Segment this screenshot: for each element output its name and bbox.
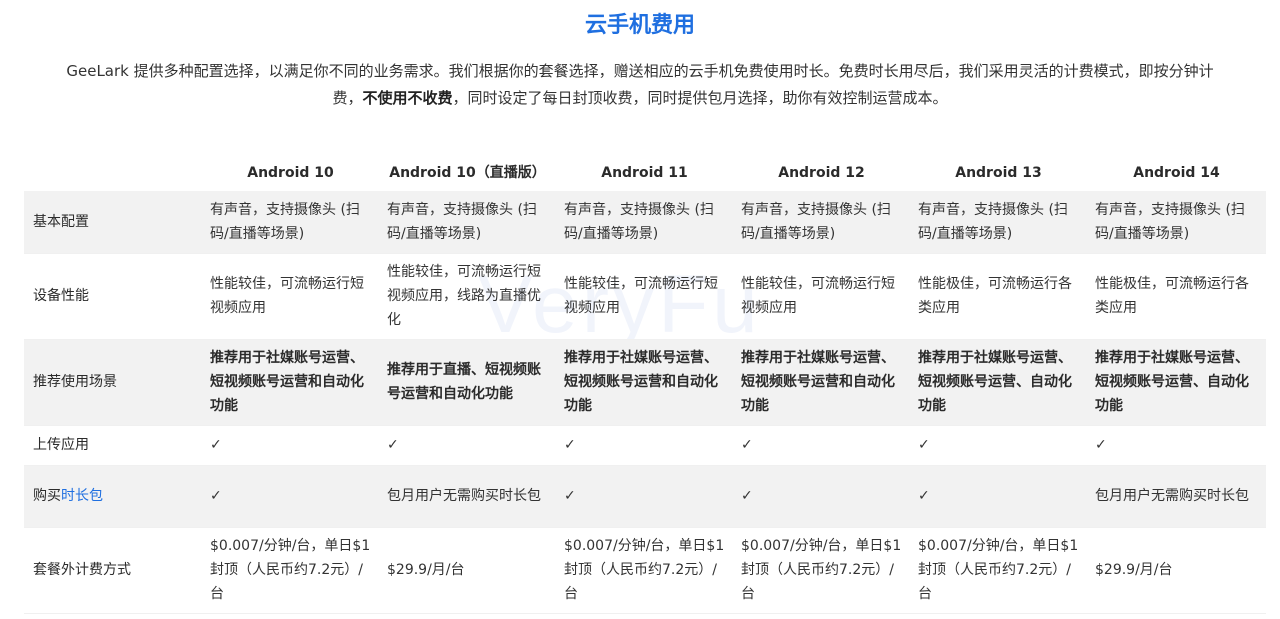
- check-icon: ✓: [733, 425, 910, 466]
- intro-text-2: ，同时设定了每日封顶收费，同时提供包月选择，助你有效控制运营成本。: [452, 89, 948, 107]
- header-android-10: Android 10: [247, 165, 334, 181]
- check-icon: ✓: [556, 425, 733, 466]
- page-title: 云手机费用: [584, 13, 695, 38]
- table-cell: 推荐用于社媒账号运营、短视频账号运营、自动化功能: [1087, 339, 1266, 426]
- check-icon: ✓: [733, 465, 910, 528]
- table-cell: $0.007/分钟/台，单日$1封顶（人民币约7.2元）/台: [202, 527, 379, 614]
- table-cell: 性能极佳，可流畅运行各类应用: [910, 253, 1087, 340]
- check-icon: ✓: [910, 425, 1087, 466]
- row-label: 设备性能: [24, 253, 202, 340]
- table-cell: 性能较佳，可流畅运行短视频应用: [733, 253, 910, 340]
- table-cell: $29.9/月/台: [1087, 527, 1266, 614]
- row-label-prefix: 购买: [33, 488, 61, 504]
- table-cell: $0.007/分钟/台，单日$1封顶（人民币约7.2元）/台: [910, 527, 1087, 614]
- check-icon: ✓: [556, 465, 733, 528]
- table-cell: 包月用户无需购买时长包: [379, 465, 556, 528]
- check-icon: ✓: [910, 465, 1087, 528]
- table-cell: 有声音，支持摄像头 (扫码/直播等场景): [202, 191, 379, 254]
- table-cell: 推荐用于社媒账号运营、短视频账号运营、自动化功能: [910, 339, 1087, 426]
- table-cell: 包月用户无需购买时长包: [1087, 465, 1266, 528]
- table-cell: 性能较佳，可流畅运行短视频应用，线路为直播优化: [379, 253, 556, 340]
- table-cell: 有声音，支持摄像头 (扫码/直播等场景): [733, 191, 910, 254]
- table-cell: 性能较佳，可流畅运行短视频应用: [556, 253, 733, 340]
- intro-text-bold: 不使用不收费: [362, 89, 453, 107]
- header-android-13: Android 13: [955, 165, 1042, 181]
- row-label: 推荐使用场景: [24, 339, 202, 426]
- table-cell: 推荐用于社媒账号运营、短视频账号运营和自动化功能: [202, 339, 379, 426]
- table-cell: $0.007/分钟/台，单日$1封顶（人民币约7.2元）/台: [556, 527, 733, 614]
- table-cell: 有声音，支持摄像头 (扫码/直播等场景): [1087, 191, 1266, 254]
- table-row-upload-app: 上传应用 ✓ ✓ ✓ ✓ ✓ ✓: [24, 425, 1266, 466]
- table-cell: 有声音，支持摄像头 (扫码/直播等场景): [910, 191, 1087, 254]
- pricing-table: Android 10 Android 10（直播版） Android 11 An…: [24, 155, 1266, 614]
- row-label: 上传应用: [24, 425, 202, 466]
- header-android-12: Android 12: [778, 165, 865, 181]
- row-label: 套餐外计费方式: [24, 527, 202, 614]
- table-cell: 推荐用于社媒账号运营、短视频账号运营和自动化功能: [556, 339, 733, 426]
- time-pack-link[interactable]: 时长包: [61, 488, 103, 504]
- table-row-overage-billing: 套餐外计费方式 $0.007/分钟/台，单日$1封顶（人民币约7.2元）/台 $…: [24, 527, 1266, 614]
- row-label: 购买时长包: [24, 465, 202, 528]
- table-row-buy-time-pack: 购买时长包 ✓ 包月用户无需购买时长包 ✓ ✓ ✓ 包月用户无需购买时长包: [24, 465, 1266, 528]
- header-android-14: Android 14: [1133, 165, 1220, 181]
- check-icon: ✓: [202, 465, 379, 528]
- table-cell: 推荐用于社媒账号运营、短视频账号运营和自动化功能: [733, 339, 910, 426]
- table-cell: 性能较佳，可流畅运行短视频应用: [202, 253, 379, 340]
- row-label: 基本配置: [24, 191, 202, 254]
- table-row-basic-config: 基本配置 有声音，支持摄像头 (扫码/直播等场景) 有声音，支持摄像头 (扫码/…: [24, 191, 1266, 254]
- check-icon: ✓: [379, 425, 556, 466]
- check-icon: ✓: [202, 425, 379, 466]
- check-icon: ✓: [1087, 425, 1266, 466]
- table-cell: 有声音，支持摄像头 (扫码/直播等场景): [379, 191, 556, 254]
- table-cell: $29.9/月/台: [379, 527, 556, 614]
- intro-paragraph: GeeLark 提供多种配置选择，以满足你不同的业务需求。我们根据你的套餐选择，…: [60, 58, 1220, 112]
- header-empty: [24, 155, 202, 191]
- table-row-use-case: 推荐使用场景 推荐用于社媒账号运营、短视频账号运营和自动化功能 推荐用于直播、短…: [24, 339, 1266, 426]
- table-cell: 推荐用于直播、短视频账号运营和自动化功能: [379, 339, 556, 426]
- header-android-11: Android 11: [601, 165, 688, 181]
- table-cell: 性能极佳，可流畅运行各类应用: [1087, 253, 1266, 340]
- table-row-performance: 设备性能 性能较佳，可流畅运行短视频应用 性能较佳，可流畅运行短视频应用，线路为…: [24, 253, 1266, 340]
- table-cell: $0.007/分钟/台，单日$1封顶（人民币约7.2元）/台: [733, 527, 910, 614]
- table-header-row: Android 10 Android 10（直播版） Android 11 An…: [24, 155, 1266, 191]
- table-cell: 有声音，支持摄像头 (扫码/直播等场景): [556, 191, 733, 254]
- header-android-10-live: Android 10（直播版）: [389, 165, 546, 181]
